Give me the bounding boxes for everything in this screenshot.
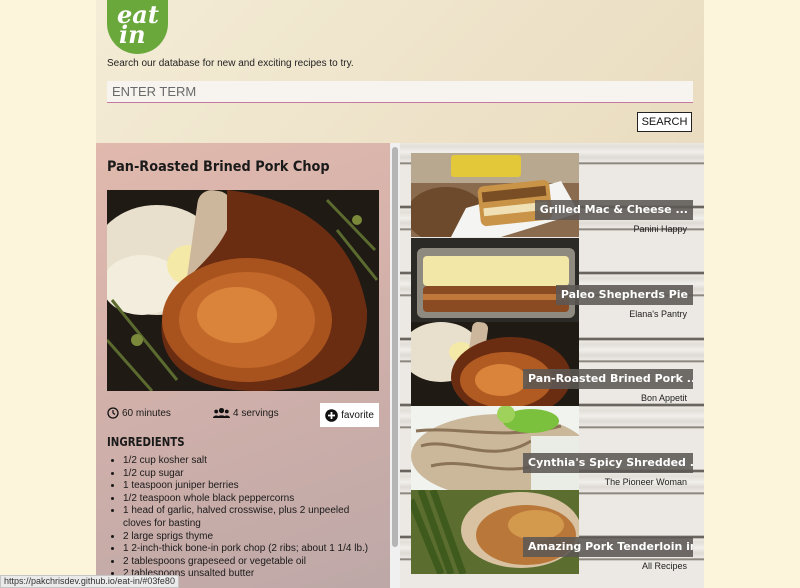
- ingredient-item: 2 tablespoons grapeseed or vegetable oil: [123, 556, 373, 569]
- recipe-card[interactable]: Pan-Roasted Brined Pork ... Bon Appetit: [411, 322, 693, 406]
- clock-icon: [107, 407, 119, 419]
- recipe-card-source: Elana's Pantry: [629, 309, 687, 319]
- recipe-card-image: [411, 490, 579, 574]
- ingredient-item: 1/2 cup kosher salt: [123, 455, 373, 468]
- recipe-card-source: All Recipes: [641, 561, 687, 571]
- recipe-detail-panel: Pan-Roasted Brined Pork Chop 60 minutes …: [96, 143, 390, 588]
- recipe-card-title: Cynthia's Spicy Shredded ...: [523, 453, 693, 473]
- app: eat in Search our database for new and e…: [96, 0, 704, 588]
- eat-in-logo[interactable]: eat in: [107, 0, 168, 54]
- status-url: https://pakchrisdev.github.io/eat-in/#03…: [4, 576, 175, 586]
- servings-text: 4 servings: [233, 407, 279, 419]
- cook-time: 60 minutes: [107, 407, 171, 419]
- ingredients-list: 1/2 cup kosher salt 1/2 cup sugar 1 teas…: [123, 455, 373, 581]
- recipe-card-source: Bon Appetit: [640, 393, 687, 403]
- header: eat in Search our database for new and e…: [96, 0, 704, 143]
- recipe-card[interactable]: Paleo Shepherds Pie Elana's Pantry: [411, 238, 693, 322]
- recipe-card[interactable]: Grilled Mac & Cheese ... Panini Happy: [411, 153, 693, 237]
- recipe-card[interactable]: Cynthia's Spicy Shredded ... The Pioneer…: [411, 406, 693, 490]
- recipe-image: [107, 190, 379, 391]
- users-icon: [213, 407, 230, 419]
- recipe-card-image: [411, 322, 579, 406]
- ingredient-item: 1/2 cup sugar: [123, 468, 373, 481]
- recipe-card-title: Amazing Pork Tenderloin in ...: [523, 537, 693, 557]
- search-results-list: Grilled Mac & Cheese ... Panini Happy Pa…: [400, 143, 704, 588]
- recipe-card-image: [411, 406, 579, 490]
- servings: 4 servings: [213, 407, 279, 419]
- recipe-card-image: [411, 153, 579, 237]
- scrollbar-thumb[interactable]: [392, 147, 398, 547]
- recipe-card[interactable]: Amazing Pork Tenderloin in ... All Recip…: [411, 490, 693, 574]
- recipe-card-source: The Pioneer Woman: [604, 477, 687, 487]
- browser-status-bar: https://pakchrisdev.github.io/eat-in/#03…: [0, 575, 179, 588]
- recipe-card-image: [411, 238, 579, 322]
- search-input[interactable]: [107, 81, 693, 103]
- recipe-card-title: Paleo Shepherds Pie: [555, 285, 693, 305]
- recipe-card-source: Panini Happy: [633, 224, 687, 234]
- favorite-button[interactable]: favorite: [320, 403, 379, 427]
- ingredient-item: 1/2 teaspoon whole black peppercorns: [123, 493, 373, 506]
- ingredient-item: 2 large sprigs thyme: [123, 531, 373, 544]
- ingredient-item: 1 2-inch-thick bone-in pork chop (2 ribs…: [123, 543, 373, 556]
- logo-word-in: in: [119, 20, 146, 49]
- tagline: Search our database for new and exciting…: [107, 58, 354, 69]
- cook-time-text: 60 minutes: [122, 407, 171, 419]
- plus-circle-icon: [325, 408, 338, 422]
- recipe-card-title: Pan-Roasted Brined Pork ...: [523, 369, 693, 389]
- favorite-label: favorite: [341, 409, 374, 421]
- ingredients-heading: INGREDIENTS: [107, 435, 185, 449]
- recipe-title: Pan-Roasted Brined Pork Chop: [107, 159, 330, 175]
- recipe-card-title: Grilled Mac & Cheese ...: [534, 200, 693, 220]
- ingredient-item: 1 teaspoon juniper berries: [123, 480, 373, 493]
- detail-scrollbar[interactable]: [390, 143, 400, 588]
- search-button[interactable]: SEARCH: [637, 112, 692, 132]
- ingredient-item: 1 head of garlic, halved crosswise, plus…: [123, 505, 373, 530]
